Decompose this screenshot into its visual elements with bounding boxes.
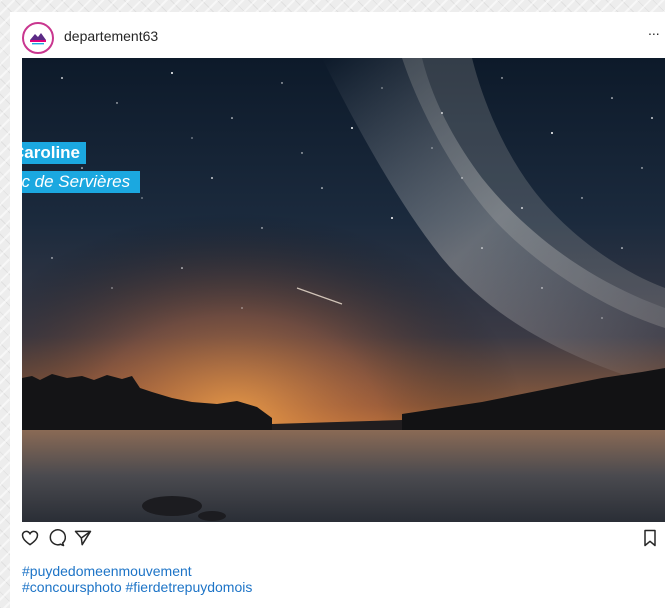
photographer-name-label: Caroline [22,142,87,164]
bookmark-icon[interactable] [641,528,659,553]
avatar[interactable] [22,22,54,54]
username[interactable]: departement63 [64,28,158,44]
hashtag-line[interactable]: #concoursphoto #fierdetrepuydomois [22,579,252,595]
instagram-post-card: departement63 ... aroline ac de Servière… [10,12,665,608]
post-actions-bar [10,528,665,556]
post-photo[interactable]: Caroline ac de Servières [22,58,665,522]
post-header: departement63 ... [10,12,665,58]
puy-de-dome-logo [27,27,49,49]
send-icon[interactable] [73,528,93,553]
comment-icon[interactable] [46,528,67,553]
more-options-button[interactable]: ... [648,22,660,38]
photo-location-label: ac de Servières [22,171,141,193]
heart-icon[interactable] [20,528,40,553]
hashtag-line[interactable]: #puydedomeenmouvement [22,563,252,579]
post-caption: #puydedomeenmouvement #concoursphoto #fi… [22,563,252,595]
